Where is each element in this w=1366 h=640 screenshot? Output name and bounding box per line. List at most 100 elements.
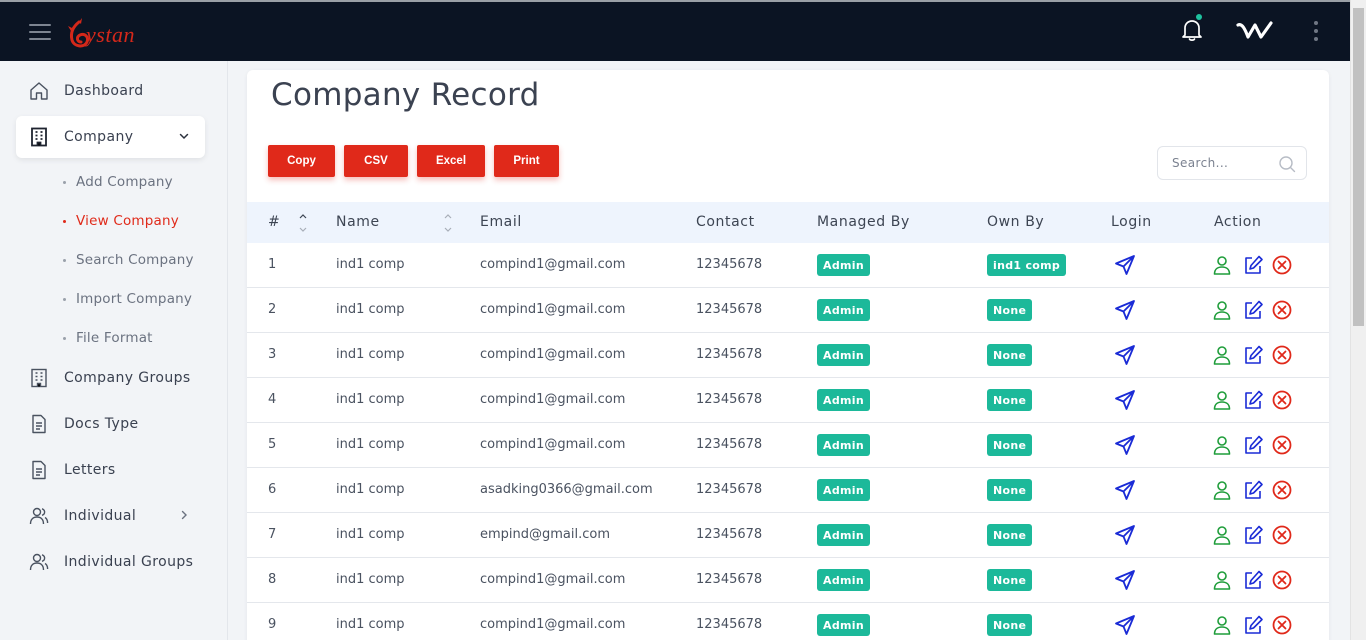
sidebar-item-company[interactable]: Company — [16, 116, 205, 158]
users-icon — [29, 553, 49, 571]
company-name: ind1 comp — [336, 437, 405, 452]
edit-icon[interactable] — [1242, 614, 1264, 636]
company-email: compind1@gmail.com — [480, 392, 626, 407]
login-send-icon[interactable] — [1113, 613, 1137, 637]
sidebar-item-docs-type[interactable]: Docs Type — [16, 403, 205, 445]
submenu-view-company[interactable]: View Company — [63, 213, 179, 229]
user-icon[interactable] — [1211, 389, 1233, 411]
print-button[interactable]: Print — [494, 145, 559, 177]
delete-icon[interactable] — [1271, 344, 1293, 366]
table-row: 3 ind1 comp compind1@gmail.com 12345678 Admi… — [247, 333, 1329, 378]
login-send-icon[interactable] — [1113, 253, 1137, 277]
col-header-login[interactable]: Login — [1111, 214, 1152, 230]
hamburger-menu-icon[interactable] — [29, 24, 51, 40]
user-icon[interactable] — [1211, 569, 1233, 591]
delete-icon[interactable] — [1271, 479, 1293, 501]
edit-icon[interactable] — [1242, 299, 1264, 321]
table-row: 6 ind1 comp asadking0366@gmail.com 12345678… — [247, 468, 1329, 513]
col-header-contact[interactable]: Contact — [696, 214, 755, 230]
company-name: ind1 comp — [336, 257, 405, 272]
more-options-icon[interactable] — [1311, 21, 1321, 43]
company-contact: 12345678 — [696, 527, 763, 542]
col-header-number[interactable]: # — [268, 214, 280, 230]
sidebar-item-company-groups[interactable]: Company Groups — [16, 357, 205, 399]
sort-icon[interactable] — [443, 212, 453, 234]
sidebar-item-label: Docs Type — [64, 416, 139, 432]
delete-icon[interactable] — [1271, 389, 1293, 411]
edit-icon[interactable] — [1242, 524, 1264, 546]
login-send-icon[interactable] — [1113, 298, 1137, 322]
managed-by-badge: Admin — [817, 479, 870, 501]
search-box — [1157, 146, 1307, 180]
col-header-email[interactable]: Email — [480, 214, 522, 230]
delete-icon[interactable] — [1271, 254, 1293, 276]
sidebar-item-letters[interactable]: Letters — [16, 449, 205, 491]
building-icon — [31, 368, 47, 388]
own-by-badge: ind1 comp — [987, 254, 1067, 276]
user-icon[interactable] — [1211, 479, 1233, 501]
managed-by-badge: Admin — [817, 524, 870, 546]
sidebar-item-individual-groups[interactable]: Individual Groups — [16, 541, 205, 583]
notification-bell-icon[interactable] — [1181, 18, 1203, 42]
company-email: compind1@gmail.com — [480, 572, 626, 587]
scrollbar-thumb[interactable] — [1353, 8, 1364, 326]
sidebar-item-label: Dashboard — [64, 83, 144, 99]
page-scrollbar[interactable] — [1350, 0, 1366, 640]
submenu-file-format[interactable]: File Format — [63, 330, 153, 346]
submenu-search-company[interactable]: Search Company — [63, 252, 194, 268]
col-header-name[interactable]: Name — [336, 214, 380, 230]
delete-icon[interactable] — [1271, 299, 1293, 321]
delete-icon[interactable] — [1271, 524, 1293, 546]
building-icon — [31, 127, 47, 147]
chevron-right-icon — [181, 510, 187, 520]
user-icon[interactable] — [1211, 434, 1233, 456]
edit-icon[interactable] — [1242, 434, 1264, 456]
company-contact: 12345678 — [696, 437, 763, 452]
login-send-icon[interactable] — [1113, 523, 1137, 547]
copy-button[interactable]: Copy — [268, 145, 335, 177]
profile-logo-icon[interactable] — [1236, 19, 1274, 43]
edit-icon[interactable] — [1242, 389, 1264, 411]
company-email: compind1@gmail.com — [480, 257, 626, 272]
delete-icon[interactable] — [1271, 569, 1293, 591]
edit-icon[interactable] — [1242, 344, 1264, 366]
edit-icon[interactable] — [1242, 254, 1264, 276]
company-contact: 12345678 — [696, 302, 763, 317]
login-send-icon[interactable] — [1113, 388, 1137, 412]
row-number: 2 — [268, 302, 277, 317]
company-email: compind1@gmail.com — [480, 302, 626, 317]
user-icon[interactable] — [1211, 344, 1233, 366]
user-icon[interactable] — [1211, 254, 1233, 276]
edit-icon[interactable] — [1242, 479, 1264, 501]
delete-icon[interactable] — [1271, 614, 1293, 636]
user-icon[interactable] — [1211, 614, 1233, 636]
row-number: 4 — [268, 392, 277, 407]
delete-icon[interactable] — [1271, 434, 1293, 456]
app-logo[interactable]: ystan — [66, 16, 135, 50]
company-contact: 12345678 — [696, 257, 763, 272]
managed-by-badge: Admin — [817, 389, 870, 411]
login-send-icon[interactable] — [1113, 478, 1137, 502]
col-header-own-by[interactable]: Own By — [987, 214, 1044, 230]
sidebar-item-dashboard[interactable]: Dashboard — [16, 70, 205, 112]
search-input[interactable] — [1172, 156, 1272, 170]
user-icon[interactable] — [1211, 299, 1233, 321]
excel-button[interactable]: Excel — [417, 145, 485, 177]
login-send-icon[interactable] — [1113, 568, 1137, 592]
login-send-icon[interactable] — [1113, 433, 1137, 457]
csv-button[interactable]: CSV — [344, 145, 408, 177]
submenu-add-company[interactable]: Add Company — [63, 174, 173, 190]
company-contact: 12345678 — [696, 347, 763, 362]
submenu-import-company[interactable]: Import Company — [63, 291, 192, 307]
search-icon[interactable] — [1278, 155, 1296, 173]
sidebar-item-individual[interactable]: Individual — [16, 495, 205, 537]
company-name: ind1 comp — [336, 347, 405, 362]
col-header-managed-by[interactable]: Managed By — [817, 214, 910, 230]
edit-icon[interactable] — [1242, 569, 1264, 591]
user-icon[interactable] — [1211, 524, 1233, 546]
table-row: 7 ind1 comp empind@gmail.com 12345678 Admin N… — [247, 513, 1329, 558]
company-name: ind1 comp — [336, 392, 405, 407]
company-email: compind1@gmail.com — [480, 347, 626, 362]
sort-icon[interactable] — [298, 212, 308, 234]
login-send-icon[interactable] — [1113, 343, 1137, 367]
